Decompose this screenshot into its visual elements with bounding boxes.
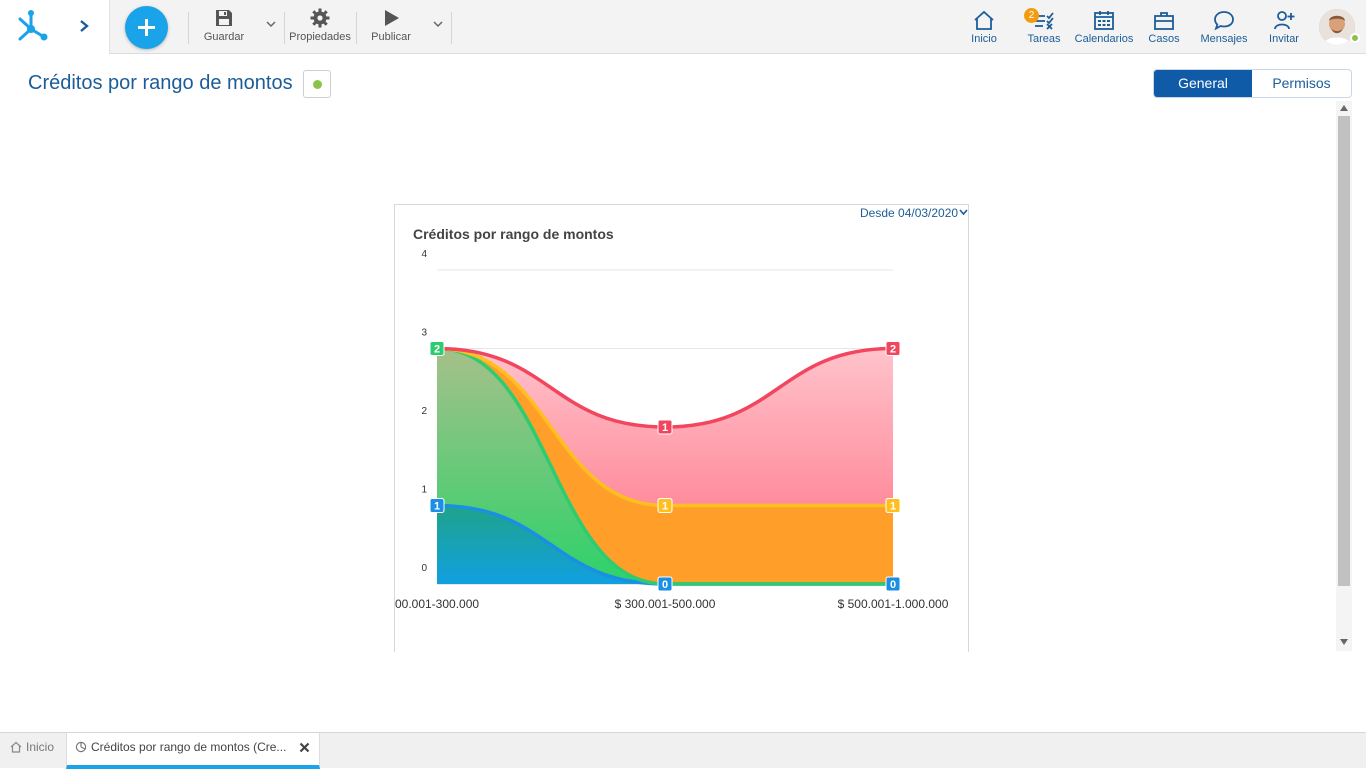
toolbar-divider	[188, 12, 189, 44]
new-button[interactable]	[125, 6, 168, 49]
page-title: Créditos por rango de montos	[28, 72, 293, 94]
chat-bubble-icon	[1214, 11, 1234, 31]
chart-pie-icon	[75, 741, 87, 753]
bottom-tab-home-label: Inicio	[26, 740, 55, 754]
nav-cases-label: Casos	[1148, 33, 1180, 45]
close-tab-icon[interactable]	[299, 742, 310, 753]
properties-label: Propiedades	[289, 31, 351, 43]
view-tabs: General Permisos	[1153, 69, 1352, 98]
publish-button[interactable]: Publicar	[366, 8, 416, 48]
toolbar-divider	[356, 12, 357, 44]
nav-invite[interactable]: Invitar	[1266, 9, 1302, 49]
data-label: 1	[434, 501, 440, 513]
stacked-area-chart: 12011012 0123400.001-300.000 $ 300.001-50…	[395, 250, 949, 611]
bottom-tab-bar: Inicio Créditos por rango de montos (Cre…	[0, 732, 1366, 769]
date-filter-dropdown[interactable]: Desde 04/03/2020	[860, 206, 968, 220]
app-logo-icon[interactable]	[14, 9, 50, 43]
bottom-tab-chart[interactable]: Créditos por rango de montos (Cre...	[66, 733, 320, 769]
data-label: 0	[890, 579, 896, 591]
properties-button[interactable]: Propiedades	[288, 8, 352, 48]
chart-title: Créditos por rango de montos	[413, 226, 614, 242]
y-tick-label: 2	[421, 406, 427, 417]
nav-home-label: Inicio	[971, 33, 997, 45]
data-label: 2	[434, 344, 440, 356]
toolbar-divider	[284, 12, 285, 44]
nav-tasks-label: Tareas	[1027, 33, 1061, 45]
nav-messages-label: Mensajes	[1200, 33, 1248, 45]
tasks-count-badge: 2	[1024, 8, 1039, 23]
home-icon	[974, 10, 994, 30]
online-status-indicator	[1350, 33, 1360, 43]
data-label: 1	[662, 501, 668, 513]
data-label: 1	[662, 422, 668, 434]
bottom-tab-home[interactable]: Inicio	[0, 733, 66, 769]
chevron-right-icon[interactable]	[76, 16, 92, 36]
calendar-icon	[1094, 11, 1114, 30]
save-label: Guardar	[203, 31, 245, 43]
nav-home[interactable]: Inicio	[966, 9, 1002, 49]
status-dot-icon	[313, 80, 322, 89]
y-tick-label: 4	[421, 250, 427, 260]
scroll-down-arrow-icon[interactable]	[1339, 638, 1349, 646]
nav-messages[interactable]: Mensajes	[1198, 9, 1250, 49]
floppy-disk-icon	[216, 10, 232, 26]
tab-general[interactable]: General	[1154, 70, 1252, 97]
scroll-up-arrow-icon[interactable]	[1339, 104, 1349, 112]
nav-invite-label: Invitar	[1269, 33, 1299, 45]
plus-icon	[138, 19, 155, 36]
nav-cases[interactable]: Casos	[1146, 9, 1182, 49]
x-tick-label: 00.001-300.000	[395, 597, 479, 611]
chevron-down-icon	[959, 209, 968, 216]
scrollbar-thumb[interactable]	[1338, 116, 1350, 586]
chevron-down-icon[interactable]	[266, 19, 276, 29]
tab-permissions[interactable]: Permisos	[1252, 70, 1351, 97]
bottom-tab-chart-label: Créditos por rango de montos (Cre...	[91, 740, 287, 754]
y-tick-label: 0	[421, 563, 427, 574]
home-icon	[10, 741, 22, 753]
publish-label: Publicar	[371, 31, 411, 43]
add-user-icon	[1274, 11, 1295, 30]
data-label: 0	[662, 579, 668, 591]
y-tick-label: 3	[421, 328, 427, 339]
toolbar-divider	[451, 12, 452, 44]
gear-icon	[310, 8, 330, 28]
nav-calendars[interactable]: Calendarios	[1074, 9, 1134, 49]
x-tick-label: $ 500.001-1.000.000	[838, 597, 949, 611]
x-tick-label: $ 300.001-500.000	[615, 597, 716, 611]
y-tick-label: 1	[421, 485, 427, 496]
briefcase-icon	[1154, 12, 1174, 30]
chevron-down-icon[interactable]	[433, 19, 443, 29]
data-label: 2	[890, 344, 896, 356]
logo-area	[0, 0, 110, 54]
date-filter-label: Desde 04/03/2020	[860, 206, 959, 220]
top-toolbar: Guardar Propiedades Publicar Inicio Tare…	[0, 0, 1366, 54]
save-button[interactable]: Guardar	[200, 8, 248, 48]
nav-calendars-label: Calendarios	[1074, 33, 1134, 45]
status-button[interactable]	[303, 70, 331, 98]
data-label: 1	[890, 501, 896, 513]
play-icon	[385, 10, 399, 26]
